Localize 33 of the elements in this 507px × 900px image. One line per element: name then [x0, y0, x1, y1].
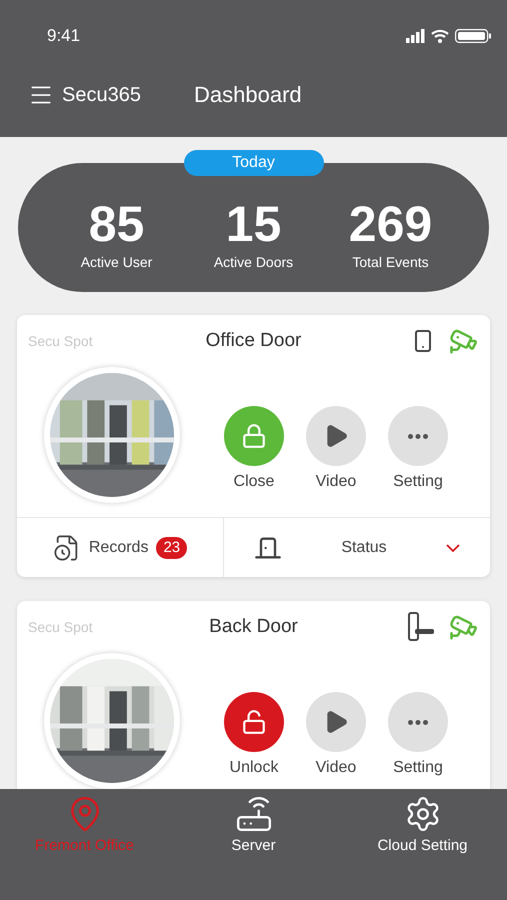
action-label: Close — [234, 472, 274, 492]
battery-icon — [455, 29, 492, 43]
door-name: Office Door — [204, 328, 302, 353]
action-label: Video — [316, 472, 356, 492]
door-handle-icon — [407, 612, 435, 642]
door-name: Back Door — [208, 614, 299, 639]
stat-value: 85 — [88, 196, 144, 252]
action-label: Setting — [393, 758, 443, 778]
status-dropdown[interactable]: Status — [224, 518, 490, 577]
records-button[interactable]: Records 23 — [17, 518, 224, 577]
tab-item[interactable]: Cloud Setting — [338, 795, 507, 858]
page-title: Dashboard — [194, 81, 302, 109]
action-label: Setting — [393, 472, 443, 492]
app-name: Secu365 — [62, 82, 142, 108]
tab-item[interactable]: Server — [169, 795, 338, 858]
stat-value: 15 — [226, 196, 282, 252]
signal-icon — [406, 29, 425, 43]
status-time: 9:41 — [47, 25, 80, 48]
chevron-down-icon — [446, 544, 460, 552]
lock-icon — [241, 423, 267, 449]
stat-value: 269 — [348, 196, 432, 252]
stat-label: Active User — [80, 253, 152, 272]
count-badge: 23 — [156, 536, 188, 558]
more-icon — [408, 720, 428, 724]
today-badge: Today — [184, 150, 324, 176]
wifi-icon — [431, 29, 449, 43]
action-label: Video — [316, 758, 356, 778]
stat-label: Total Events — [352, 253, 429, 272]
stat-label: Active Doors — [214, 253, 294, 272]
router-icon — [234, 795, 272, 833]
open-lock-icon — [241, 709, 267, 735]
more-icon — [408, 434, 428, 438]
action-label: Unlock — [230, 758, 278, 778]
